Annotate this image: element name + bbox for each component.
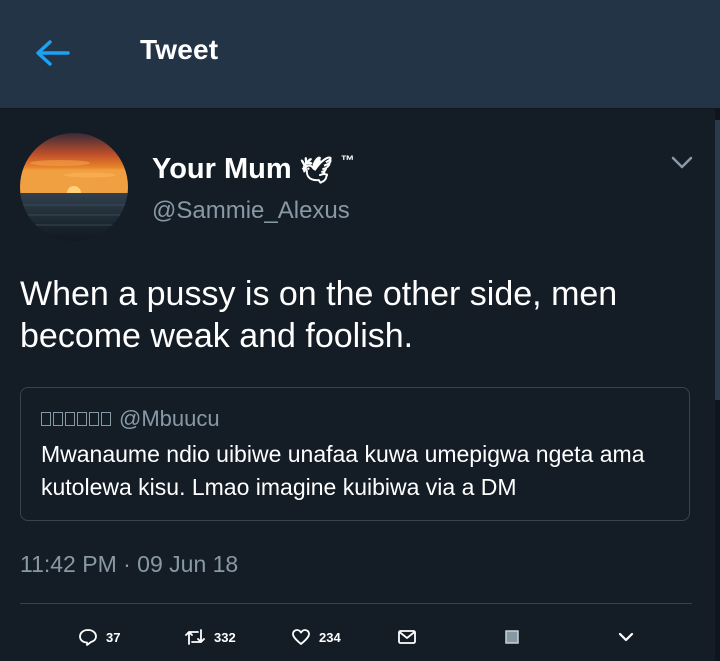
retweet-button[interactable]: 332 [184, 628, 236, 646]
quoted-tweet[interactable]: @Mbuucu Mwanaume ndio uibiwe unafaa kuwa… [20, 387, 690, 521]
dove-icon: 🕊 [299, 154, 333, 185]
direct-message-button[interactable] [397, 628, 417, 646]
trademark-symbol: ™ [340, 151, 355, 168]
reply-button[interactable]: 37 [78, 628, 120, 646]
reply-icon [79, 629, 97, 646]
quoted-tweet-text: Mwanaume ndio uibiwe unafaa kuwa umepigw… [41, 441, 645, 500]
action-bar: 37 332 234 [0, 622, 720, 661]
share-button[interactable] [503, 628, 521, 646]
chevron-down-icon [618, 632, 634, 642]
scrollbar-thumb[interactable] [715, 120, 720, 400]
tweet-timestamp: 11:42 PM · 09 Jun 18 [20, 551, 239, 577]
quoted-tweet-header: @Mbuucu [41, 406, 220, 432]
more-options-button[interactable] [616, 628, 636, 646]
tweet-options-button[interactable] [668, 150, 696, 174]
reply-count: 37 [106, 629, 121, 645]
tweet-text: When a pussy is on the other side, men b… [20, 275, 618, 355]
display-name[interactable]: Your Mum 🕊 ™ [152, 151, 355, 186]
retweet-icon [185, 629, 205, 645]
avatar[interactable] [20, 133, 128, 241]
divider [20, 603, 692, 604]
page-title: Tweet [140, 34, 219, 65]
envelope-icon [398, 630, 416, 644]
unrendered-name-glyphs [41, 412, 111, 426]
back-button[interactable] [30, 35, 74, 71]
sunset-avatar-image [20, 133, 128, 241]
share-icon [505, 630, 519, 644]
heart-icon [292, 629, 310, 645]
top-bar: Tweet [0, 0, 720, 108]
retweet-count: 332 [214, 629, 236, 645]
like-button[interactable]: 234 [291, 628, 341, 646]
display-name-text: Your Mum [152, 153, 292, 185]
user-handle[interactable]: @Sammie_Alexus [152, 197, 350, 225]
chevron-down-icon [671, 156, 693, 169]
quoted-user-handle: @Mbuucu [119, 406, 220, 431]
like-count: 234 [319, 629, 341, 645]
back-arrow-icon [36, 40, 70, 66]
